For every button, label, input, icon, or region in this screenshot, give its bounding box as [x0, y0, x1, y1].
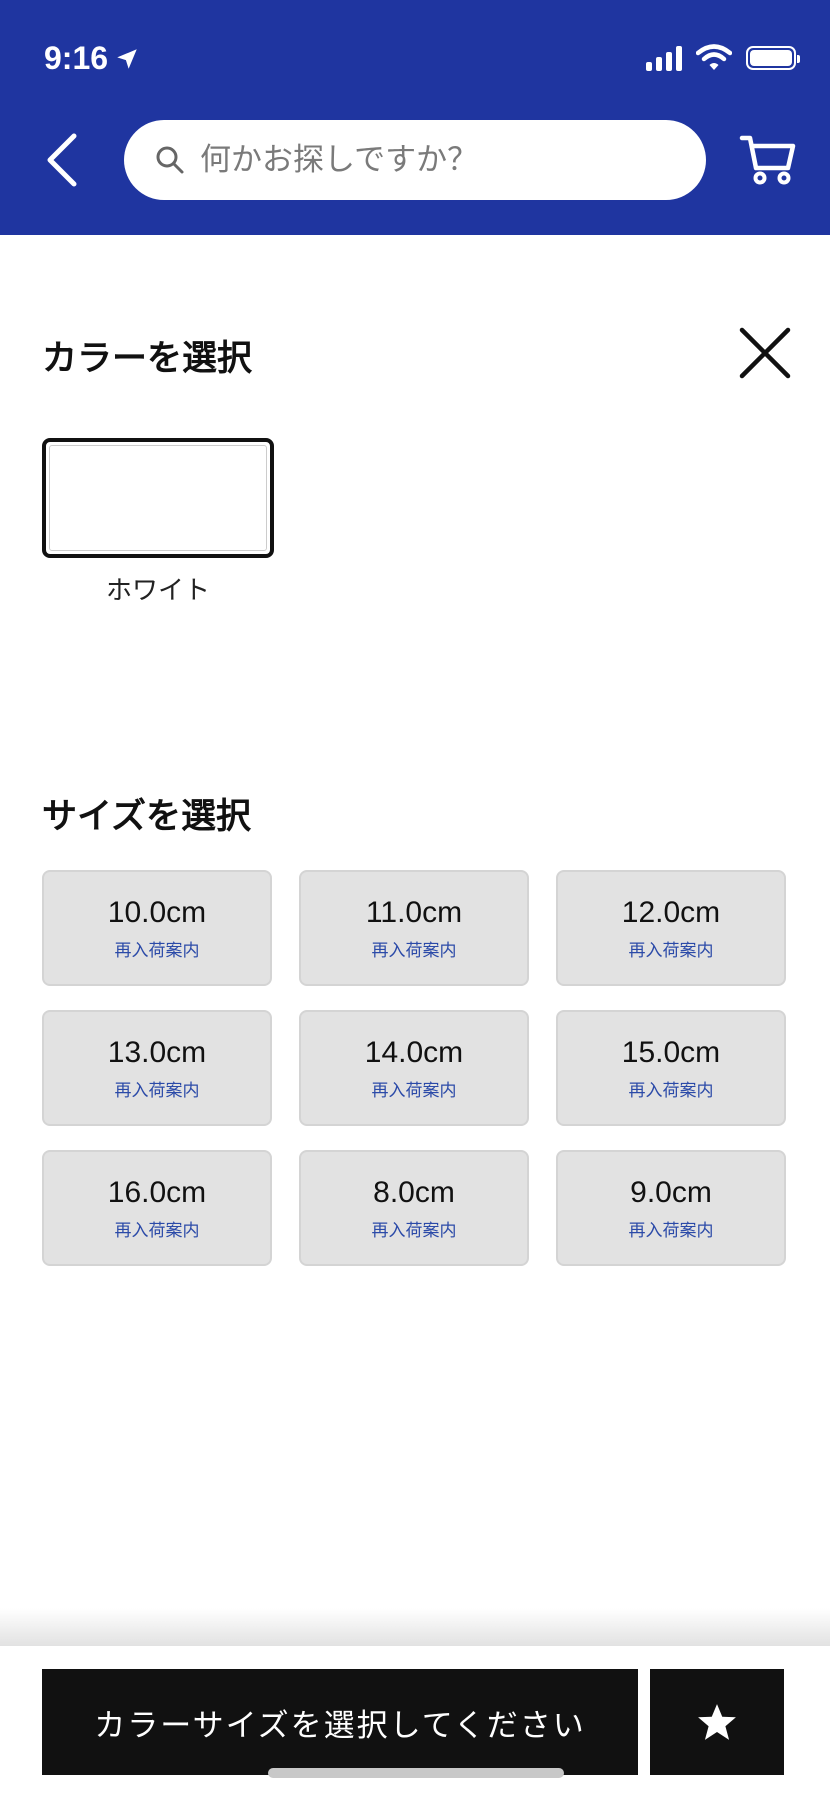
- battery-icon: [746, 46, 800, 70]
- location-arrow-icon: [117, 48, 137, 69]
- size-label: 16.0cm: [107, 1175, 207, 1209]
- signal-icon: [646, 45, 682, 71]
- select-color-size-button[interactable]: カラーサイズを選択してください: [42, 1669, 638, 1775]
- status-time-text: 9:16: [44, 40, 109, 76]
- restock-notice-link[interactable]: 再入荷案内: [629, 1076, 714, 1101]
- color-section-title: カラーを選択: [42, 339, 253, 379]
- cart-icon: [739, 135, 796, 185]
- restock-notice-link[interactable]: 再入荷案内: [629, 1216, 714, 1241]
- size-label: 11.0cm: [365, 895, 463, 929]
- restock-notice-link[interactable]: 再入荷案内: [115, 936, 200, 961]
- status-icons: [646, 44, 800, 72]
- search-input[interactable]: [200, 142, 680, 178]
- size-section-title: サイズを選択: [42, 797, 251, 837]
- size-option[interactable]: 10.0cm 再入荷案内: [42, 870, 272, 986]
- size-option[interactable]: 14.0cm 再入荷案内: [299, 1010, 529, 1126]
- bottom-bar-shadow: [0, 1608, 830, 1648]
- restock-notice-link[interactable]: 再入荷案内: [115, 1216, 200, 1241]
- app-header: 9:16: [0, 0, 830, 235]
- restock-notice-link[interactable]: 再入荷案内: [372, 1216, 457, 1241]
- status-time: 9:16: [44, 40, 140, 77]
- favorite-button[interactable]: [650, 1669, 784, 1775]
- page: 9:16 何かお探しですか？ カラーを選択 ホワイト サイズを選択 10.0cm…: [0, 0, 830, 1797]
- close-button[interactable]: [738, 326, 792, 380]
- size-label: 9.0cm: [630, 1175, 712, 1209]
- restock-notice-link[interactable]: 再入荷案内: [115, 1076, 200, 1101]
- size-label: 10.0cm: [107, 895, 207, 929]
- size-option[interactable]: 13.0cm 再入荷案内: [42, 1010, 272, 1126]
- back-button[interactable]: [42, 132, 82, 188]
- size-option[interactable]: 16.0cm 再入荷案内: [42, 1150, 272, 1266]
- size-label: 12.0cm: [621, 895, 721, 929]
- size-option[interactable]: 15.0cm 再入荷案内: [556, 1010, 786, 1126]
- color-swatch-fill: [49, 445, 267, 551]
- star-icon: [698, 1704, 736, 1740]
- wifi-icon: [696, 44, 732, 70]
- chevron-left-icon: [47, 133, 77, 187]
- restock-notice-link[interactable]: 再入荷案内: [372, 936, 457, 961]
- color-swatch-white[interactable]: [42, 438, 274, 558]
- search-icon: [156, 146, 184, 174]
- size-label: 13.0cm: [107, 1035, 207, 1069]
- size-label: 8.0cm: [373, 1175, 455, 1209]
- size-grid: 10.0cm 再入荷案内 11.0cm 再入荷案内 12.0cm 再入荷案内 1…: [42, 870, 786, 1266]
- size-label: 15.0cm: [621, 1035, 721, 1069]
- size-label: 14.0cm: [364, 1035, 464, 1069]
- color-swatch-label: ホワイト: [105, 576, 210, 606]
- search-bar[interactable]: [124, 120, 706, 200]
- size-option[interactable]: 12.0cm 再入荷案内: [556, 870, 786, 986]
- size-option[interactable]: 8.0cm 再入荷案内: [299, 1150, 529, 1266]
- home-indicator[interactable]: [268, 1768, 564, 1778]
- size-option[interactable]: 11.0cm 再入荷案内: [299, 870, 529, 986]
- restock-notice-link[interactable]: 再入荷案内: [372, 1076, 457, 1101]
- restock-notice-link[interactable]: 再入荷案内: [629, 936, 714, 961]
- cart-button[interactable]: [738, 130, 798, 190]
- size-option[interactable]: 9.0cm 再入荷案内: [556, 1150, 786, 1266]
- close-icon: [739, 327, 791, 379]
